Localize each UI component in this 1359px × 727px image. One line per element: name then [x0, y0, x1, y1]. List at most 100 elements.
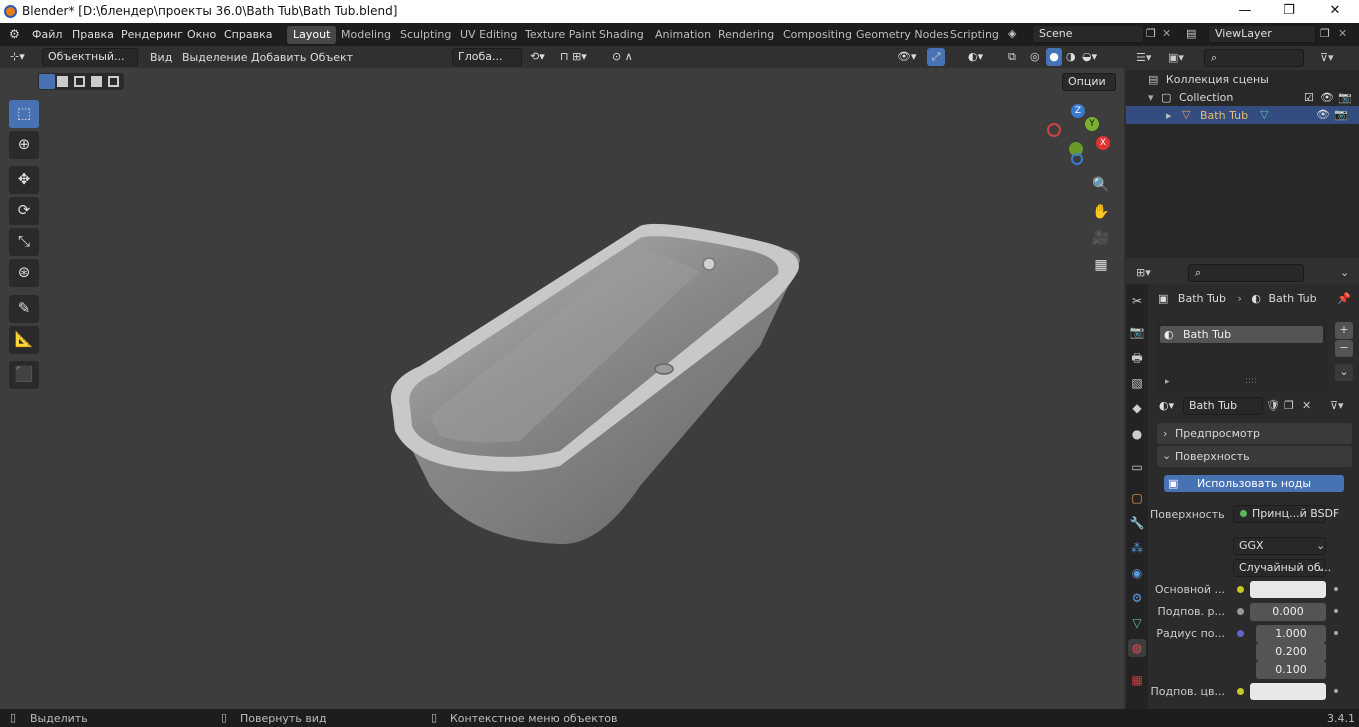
delete-scene-icon[interactable]: ✕ — [1162, 27, 1171, 40]
viewlayer-field[interactable]: ViewLayer — [1208, 25, 1316, 43]
maximize-button[interactable]: ❐ — [1266, 0, 1312, 23]
eye-icon[interactable]: 👁 — [1320, 91, 1334, 104]
select-intersect-icon[interactable] — [108, 76, 119, 87]
tab-constraints-icon[interactable]: ⚙ — [1128, 589, 1146, 607]
tab-uv-editing[interactable]: UV Editing — [454, 26, 523, 44]
editor-type-icon[interactable]: ⊹▾ — [10, 50, 25, 63]
render-camera-icon[interactable]: 📷 — [1334, 108, 1348, 121]
tab-animation[interactable]: Animation — [649, 26, 717, 44]
remove-slot-button[interactable]: − — [1335, 340, 1353, 357]
rotate-tool[interactable]: ⟳ — [9, 197, 39, 225]
value-socket-icon[interactable] — [1237, 608, 1244, 615]
blender-menu-icon[interactable]: ⚙ — [9, 27, 20, 41]
tab-texture-icon[interactable]: ▦ — [1128, 671, 1146, 689]
camera-icon[interactable]: 🎥 — [1089, 226, 1113, 250]
select-invert-icon[interactable] — [91, 76, 102, 87]
zoom-icon[interactable]: 🔍 — [1089, 173, 1113, 197]
gizmo-z[interactable]: Z — [1071, 104, 1085, 118]
tab-layout[interactable]: Layout — [287, 26, 337, 44]
snap-icon[interactable]: ⊓ ⊞▾ — [560, 50, 587, 63]
filter-icon[interactable]: ⊽▾ — [1320, 51, 1334, 64]
radius-x-field[interactable]: 1.000 — [1256, 625, 1326, 643]
measure-tool[interactable]: 📐 — [9, 326, 39, 354]
mode-select[interactable]: Объектный... — [42, 48, 138, 66]
keyframe-dot[interactable] — [1334, 609, 1338, 613]
tab-compositing[interactable]: Compositing — [777, 26, 858, 44]
material-slot-row[interactable]: ◐ Bath Tub — [1160, 326, 1323, 343]
viewport-3d[interactable] — [0, 46, 1124, 709]
duplicate-icon[interactable]: ❐ — [1284, 399, 1294, 412]
transform-tool[interactable]: ⊛ — [9, 259, 39, 287]
link-type-icon[interactable]: ⊽▾ — [1330, 399, 1344, 412]
tab-particles-icon[interactable]: ⁂ — [1128, 539, 1146, 557]
tab-rendering[interactable]: Rendering — [712, 26, 780, 44]
chevron-down-icon[interactable]: ⌄ — [1340, 266, 1349, 279]
viewport-menu-select[interactable]: Выделение — [182, 51, 248, 64]
scene-field[interactable]: Scene — [1032, 25, 1144, 43]
properties-search-input[interactable]: ⌕ — [1188, 264, 1304, 282]
keyframe-dot[interactable] — [1334, 689, 1338, 693]
subsurface-color-swatch[interactable] — [1250, 683, 1326, 700]
tab-material-icon[interactable]: ◍ — [1128, 639, 1146, 657]
menu-window[interactable]: Окно — [187, 28, 216, 41]
xray-icon[interactable]: ⧉ — [1008, 50, 1016, 64]
select-subtract-icon[interactable] — [74, 76, 85, 87]
tab-world-icon[interactable]: ● — [1128, 425, 1146, 443]
outliner-scene-collection[interactable]: ▤ Коллекция сцены — [1148, 73, 1269, 86]
select-extend-icon[interactable] — [57, 76, 68, 87]
cursor-tool[interactable]: ⊕ — [9, 131, 39, 159]
tab-sculpting[interactable]: Sculpting — [394, 26, 457, 44]
add-slot-button[interactable]: + — [1335, 322, 1353, 339]
tab-view-layer-icon[interactable]: ▧ — [1128, 374, 1146, 392]
menu-render[interactable]: Рендеринг — [121, 28, 183, 41]
vector-socket-icon[interactable] — [1237, 630, 1244, 637]
new-viewlayer-icon[interactable]: ❐ — [1320, 27, 1330, 40]
menu-help[interactable]: Справка — [224, 28, 272, 41]
options-dropdown[interactable]: Опции — [1062, 73, 1116, 91]
material-shading-icon[interactable]: ◑ — [1066, 50, 1076, 63]
pivot-icon[interactable]: ⟲▾ — [530, 50, 545, 63]
expand-icon[interactable]: ▾ — [1148, 91, 1154, 104]
gizmo-neg-z[interactable] — [1071, 153, 1083, 165]
unlink-icon[interactable]: ✕ — [1302, 399, 1311, 412]
tab-collection-icon[interactable]: ▭ — [1128, 458, 1146, 476]
rendered-shading-icon[interactable]: ◒▾ — [1082, 50, 1097, 63]
eye-icon[interactable]: 👁 — [1316, 108, 1330, 121]
gizmo-toggle-icon[interactable]: ⤢ — [927, 48, 945, 66]
tab-modeling[interactable]: Modeling — [335, 26, 397, 44]
mesh-data-icon[interactable]: ▽ — [1260, 108, 1268, 121]
slot-specials-button[interactable]: ⌄ — [1335, 364, 1353, 381]
orientation-select[interactable]: Глоба... — [452, 48, 522, 66]
delete-viewlayer-icon[interactable]: ✕ — [1338, 27, 1347, 40]
menu-edit[interactable]: Правка — [72, 28, 114, 41]
menu-file[interactable]: Файл — [32, 28, 62, 41]
tab-object-icon[interactable]: ▢ — [1128, 489, 1146, 507]
pin-icon[interactable]: 📌 — [1337, 292, 1351, 305]
fake-user-icon[interactable]: 🛡 — [1266, 399, 1280, 412]
add-cube-tool[interactable]: ⬛ — [9, 361, 39, 389]
exclude-checkbox[interactable]: ☑ — [1304, 91, 1314, 104]
tab-physics-icon[interactable]: ◉ — [1128, 564, 1146, 582]
wireframe-shading-icon[interactable]: ◎ — [1030, 50, 1040, 63]
tab-render-icon[interactable]: 📷 — [1128, 323, 1146, 341]
outliner-editor-icon[interactable]: ☰▾ — [1136, 51, 1151, 64]
render-camera-icon[interactable]: 📷 — [1338, 91, 1352, 104]
preview-panel-header[interactable]: › Предпросмотр — [1157, 423, 1352, 444]
tab-modifiers-icon[interactable]: 🔧 — [1128, 514, 1146, 532]
tab-output-icon[interactable]: 🖶 — [1128, 349, 1146, 367]
expand-icon[interactable]: ▸ — [1165, 377, 1170, 387]
surface-shader-field[interactable]: Принц...й BSDF — [1233, 505, 1339, 523]
viewport-menu-object[interactable]: Объект — [310, 51, 353, 64]
tab-shading[interactable]: Shading — [593, 26, 650, 44]
base-color-swatch[interactable] — [1250, 581, 1326, 598]
color-socket-icon[interactable] — [1237, 688, 1244, 695]
viewport-menu-add[interactable]: Добавить — [251, 51, 306, 64]
new-scene-icon[interactable]: ❐ — [1146, 27, 1156, 40]
tab-texture-paint[interactable]: Texture Paint — [519, 26, 602, 44]
surface-panel-header[interactable]: ⌄ Поверхность — [1157, 446, 1352, 467]
display-mode-icon[interactable]: ▣▾ — [1168, 51, 1184, 64]
outliner-search-input[interactable]: ⌕ — [1204, 49, 1304, 67]
color-socket-icon[interactable] — [1237, 586, 1244, 593]
annotate-tool[interactable]: ✎ — [9, 295, 39, 323]
subsurface-field[interactable]: 0.000 — [1250, 603, 1326, 621]
